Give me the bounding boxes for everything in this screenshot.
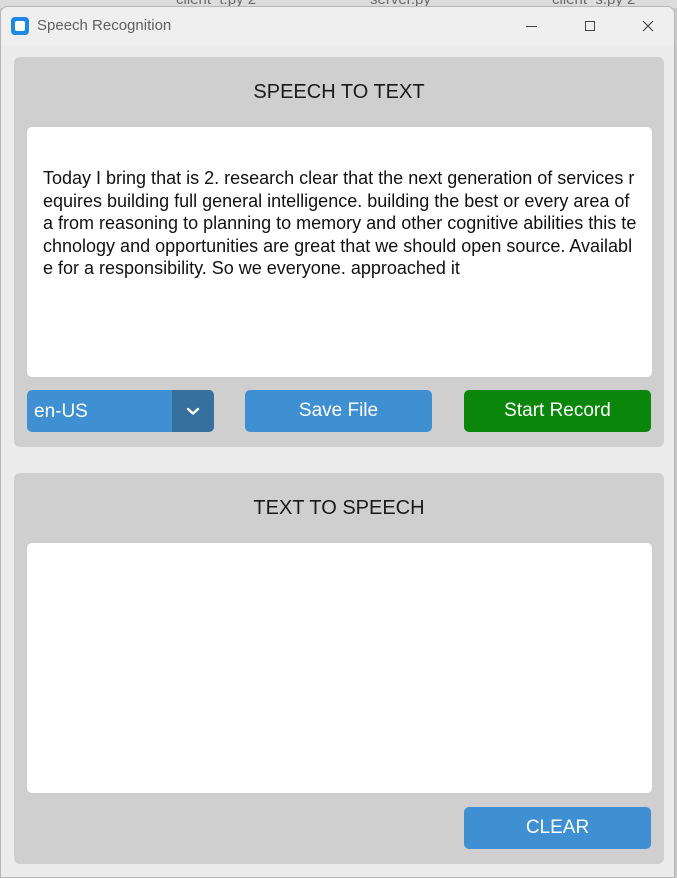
text-to-speech-heading: TEXT TO SPEECH xyxy=(253,497,425,519)
dropdown-arrow-button[interactable] xyxy=(172,390,214,432)
clear-button[interactable]: CLEAR xyxy=(464,807,651,849)
speech-to-text-panel: SPEECH TO TEXT Today I bring that is 2. … xyxy=(14,57,664,447)
tts-input-textbox[interactable] xyxy=(27,543,652,793)
language-dropdown[interactable]: en-US xyxy=(27,390,214,432)
app-icon xyxy=(11,17,29,35)
maximize-icon xyxy=(585,21,595,31)
minimize-button[interactable] xyxy=(502,7,560,45)
save-file-button[interactable]: Save File xyxy=(245,390,432,432)
close-button[interactable] xyxy=(619,7,674,45)
start-record-button[interactable]: Start Record xyxy=(464,390,651,432)
chevron-down-icon xyxy=(186,407,200,415)
speech-to-text-heading: SPEECH TO TEXT xyxy=(253,81,425,103)
close-icon xyxy=(642,20,654,32)
title-bar[interactable]: Speech Recognition xyxy=(1,7,674,45)
maximize-button[interactable] xyxy=(561,7,619,45)
transcript-textbox[interactable]: Today I bring that is 2. research clear … xyxy=(27,127,652,377)
app-window: Speech Recognition SPEECH TO TEXT Today … xyxy=(0,6,675,878)
text-to-speech-panel: TEXT TO SPEECH CLEAR xyxy=(14,473,664,864)
window-title: Speech Recognition xyxy=(37,17,172,34)
minimize-icon xyxy=(525,25,537,27)
language-dropdown-value: en-US xyxy=(34,401,88,422)
